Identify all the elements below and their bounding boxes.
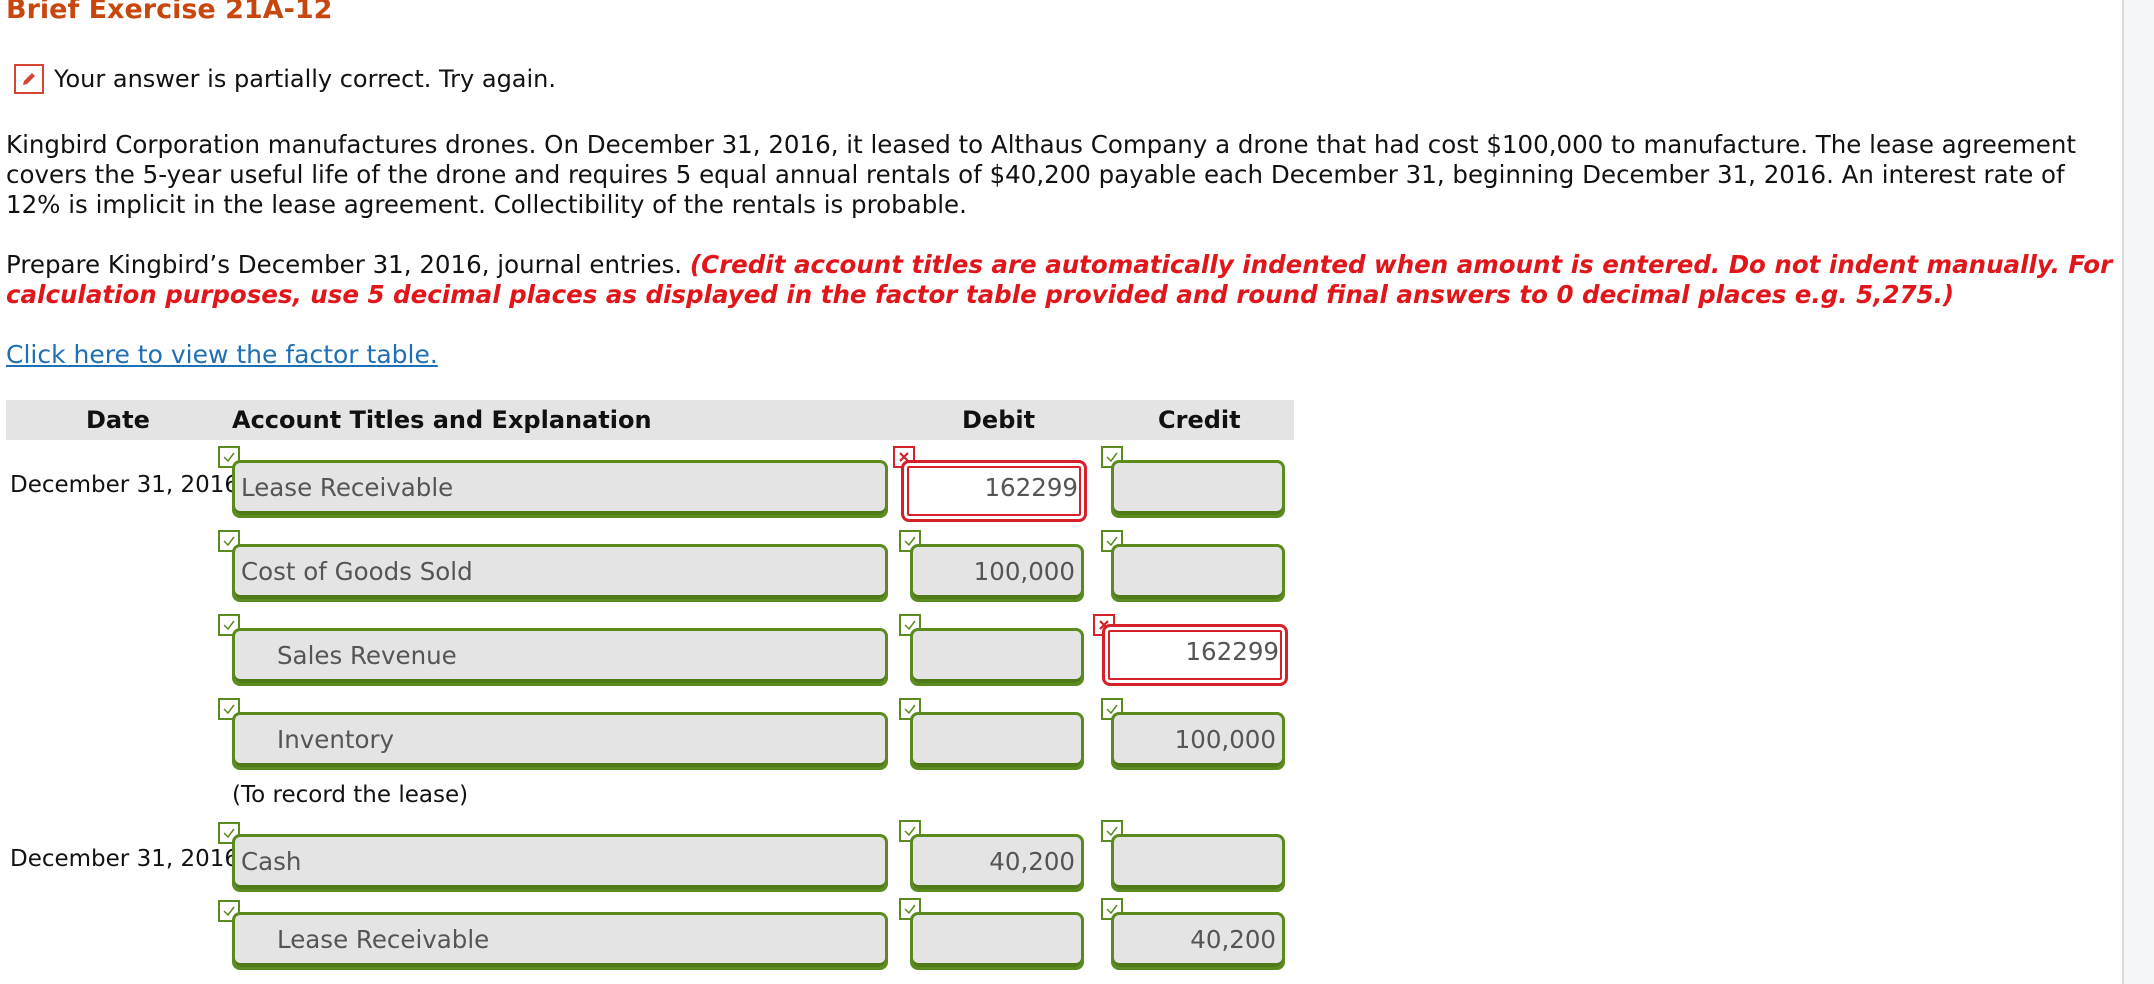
scrollbar-gutter[interactable] [2124, 0, 2154, 984]
account-field[interactable]: Cash [232, 834, 888, 892]
credit-field[interactable]: 40,200 [1111, 912, 1285, 970]
debit-field[interactable] [910, 712, 1084, 770]
prompt-paragraph: Prepare Kingbird’s December 31, 2016, jo… [6, 250, 2116, 310]
debit-field[interactable] [910, 912, 1084, 970]
debit-field[interactable] [910, 628, 1084, 686]
page-title: Brief Exercise 21A-12 [6, 0, 333, 25]
account-field[interactable]: Cost of Goods Sold [232, 544, 888, 602]
account-field[interactable]: Lease Receivable [232, 912, 888, 970]
debit-field[interactable]: 40,200 [910, 834, 1084, 892]
credit-field[interactable]: 162299 [1102, 624, 1288, 686]
feedback-banner: Your answer is partially correct. Try ag… [14, 62, 556, 96]
debit-field[interactable]: 162299 [901, 460, 1087, 522]
row-date: December 31, 2016 [10, 846, 240, 872]
debit-field[interactable]: 100,000 [910, 544, 1084, 602]
header-credit: Credit [1158, 406, 1241, 434]
factor-table-link[interactable]: Click here to view the factor table. [6, 340, 438, 369]
header-debit: Debit [962, 406, 1036, 434]
row-date: December 31, 2016 [10, 472, 240, 498]
account-field[interactable]: Inventory [232, 712, 888, 770]
credit-field[interactable]: 100,000 [1111, 712, 1285, 770]
account-field[interactable]: Lease Receivable [232, 460, 888, 518]
entry-explanation: (To record the lease) [232, 782, 469, 808]
credit-field[interactable] [1111, 544, 1285, 602]
header-account: Account Titles and Explanation [232, 406, 652, 434]
table-header: Date Account Titles and Explanation Debi… [6, 400, 1294, 440]
prompt-text: Prepare Kingbird’s December 31, 2016, jo… [6, 250, 683, 279]
credit-field[interactable] [1111, 460, 1285, 518]
account-field[interactable]: Sales Revenue [232, 628, 888, 686]
pencil-icon [14, 64, 44, 94]
header-date: Date [86, 406, 150, 434]
feedback-text: Your answer is partially correct. Try ag… [54, 65, 557, 93]
credit-field[interactable] [1111, 834, 1285, 892]
problem-text: Kingbird Corporation manufactures drones… [6, 130, 2076, 219]
